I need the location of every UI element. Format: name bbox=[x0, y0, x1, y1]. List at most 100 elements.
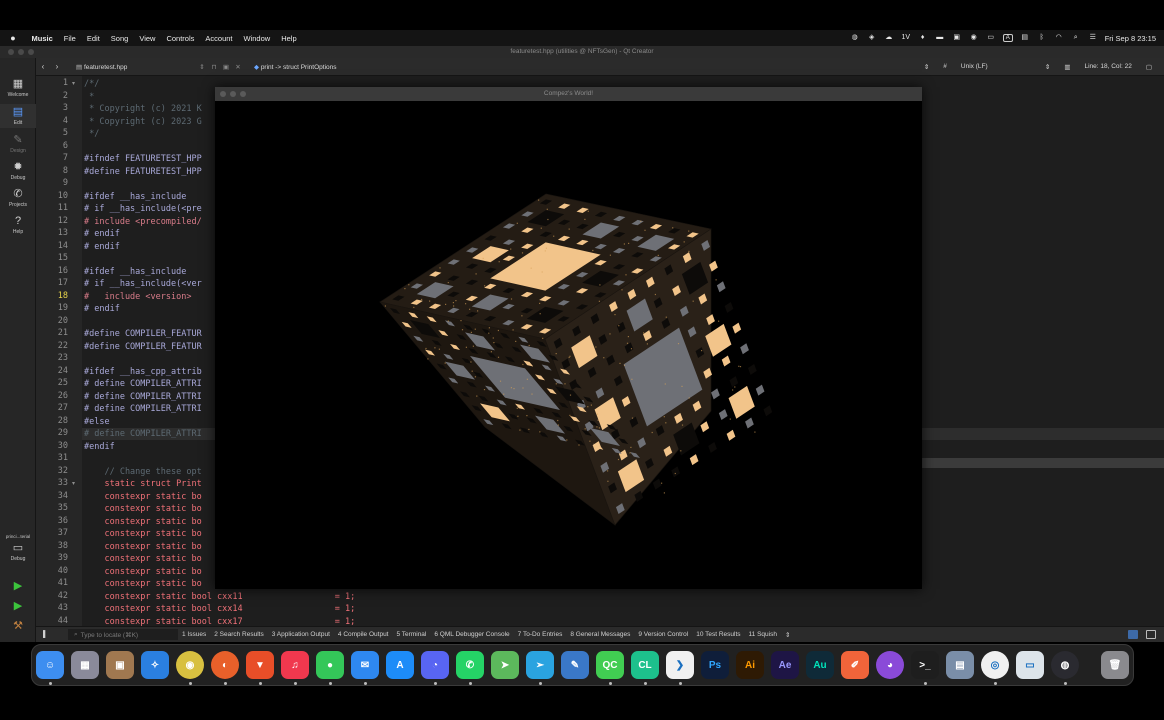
menger-sponge-render[interactable] bbox=[215, 101, 922, 589]
gl-zoom-button[interactable] bbox=[240, 91, 246, 97]
control-center-icon[interactable]: ☰ bbox=[1088, 34, 1098, 42]
mode-debug[interactable]: ✹ Debug bbox=[0, 161, 36, 181]
droplet-icon[interactable]: ♦ bbox=[918, 34, 928, 42]
vscode-icon[interactable]: ❯ bbox=[666, 651, 694, 679]
symbol-dropdown-icon[interactable]: ⇕ bbox=[924, 63, 929, 71]
back-button[interactable]: ‹ bbox=[36, 62, 50, 71]
brave-icon[interactable]: ▼ bbox=[246, 651, 274, 679]
pane-todo-entries[interactable]: 7 To-Do Entries bbox=[514, 631, 567, 638]
instruments-icon[interactable]: ✎ bbox=[561, 651, 589, 679]
pane-test-results[interactable]: 10 Test Results bbox=[692, 631, 744, 638]
telegram-icon[interactable]: ➢ bbox=[526, 651, 554, 679]
vpn-icon[interactable]: ◎ bbox=[981, 651, 1009, 679]
close-document-button[interactable]: ✕ bbox=[232, 63, 244, 71]
apple-icon[interactable]: ● bbox=[0, 33, 26, 43]
photoshop-icon[interactable]: Ps bbox=[701, 651, 729, 679]
cloud-icon[interactable]: ☁ bbox=[884, 34, 894, 42]
clion-icon[interactable]: CL bbox=[631, 651, 659, 679]
preview-icon[interactable]: ▤ bbox=[946, 651, 974, 679]
mode-welcome[interactable]: ▦ Welcome bbox=[0, 78, 36, 98]
build-button[interactable]: ⚒ bbox=[0, 620, 36, 634]
gl-minimize-button[interactable] bbox=[230, 91, 236, 97]
finder-icon[interactable]: ☺ bbox=[36, 651, 64, 679]
wifi-icon[interactable]: ◠ bbox=[1054, 34, 1064, 42]
status-text[interactable]: 1V bbox=[901, 34, 911, 42]
hash-indicator[interactable]: # bbox=[943, 63, 947, 70]
pane-compile-output[interactable]: 4 Compile Output bbox=[334, 631, 393, 638]
maps-icon[interactable]: ➤ bbox=[491, 651, 519, 679]
fold-marker-icon[interactable]: ▾ bbox=[72, 480, 75, 487]
discord-icon[interactable]: ◔ bbox=[421, 651, 449, 679]
battery-icon[interactable]: ▭ bbox=[986, 34, 996, 42]
pane-squish[interactable]: 11 Squish bbox=[745, 631, 781, 638]
debug-run-button[interactable]: ▶ bbox=[0, 600, 36, 614]
kit-selector[interactable]: princi...terial ▭ Debug bbox=[0, 534, 36, 562]
sidebar-toggle-icon[interactable]: ▐ bbox=[36, 631, 50, 638]
menu-account[interactable]: Account bbox=[200, 34, 238, 43]
cursor-position[interactable]: Line: 18, Col: 22 bbox=[1085, 63, 1132, 70]
input-source-badge[interactable]: A bbox=[1002, 34, 1013, 42]
pane-issues[interactable]: 1 Issues bbox=[178, 631, 210, 638]
display-icon[interactable]: ▬ bbox=[935, 34, 945, 42]
mode-projects[interactable]: ✆ Projects bbox=[0, 188, 36, 208]
progress-details-icon[interactable] bbox=[1128, 630, 1138, 639]
file-combobox[interactable]: ▤ featuretest.hpp bbox=[76, 63, 196, 71]
zoom-window-button[interactable] bbox=[28, 49, 34, 55]
pane-general-messages[interactable]: 8 General Messages bbox=[566, 631, 634, 638]
bluetooth-icon[interactable]: ᛒ bbox=[1037, 34, 1047, 42]
spotlight-icon[interactable]: ⌕ bbox=[1071, 34, 1081, 42]
pane-version-control[interactable]: 9 Version Control bbox=[634, 631, 692, 638]
line-endings[interactable]: Unix (LF) bbox=[961, 63, 1031, 70]
terminal-icon[interactable]: >_ bbox=[911, 651, 939, 679]
illustrator-icon[interactable]: Ai bbox=[736, 651, 764, 679]
mail-icon[interactable]: ✉ bbox=[351, 651, 379, 679]
music-icon[interactable]: ♫ bbox=[281, 651, 309, 679]
trash-icon[interactable]: 🗑 bbox=[1101, 651, 1129, 679]
clock[interactable]: Fri Sep 8 23:15 bbox=[1105, 34, 1156, 43]
firefox-icon[interactable]: ◐ bbox=[211, 651, 239, 679]
more-panes-icon[interactable]: ⇕ bbox=[781, 631, 794, 639]
mode-edit[interactable]: ▤ Edit bbox=[0, 104, 36, 128]
audition-icon[interactable]: Au bbox=[806, 651, 834, 679]
menu-file[interactable]: File bbox=[58, 34, 81, 43]
gl-close-button[interactable] bbox=[220, 91, 226, 97]
pane-application-output[interactable]: 3 Application Output bbox=[268, 631, 334, 638]
right-sidebar-toggle-icon[interactable] bbox=[1146, 630, 1156, 639]
run-button[interactable]: ▶ bbox=[0, 580, 36, 594]
mode-design[interactable]: ✎ Design bbox=[0, 134, 36, 154]
chrome-icon[interactable]: ◉ bbox=[176, 651, 204, 679]
split-icon[interactable]: ▣ bbox=[220, 63, 232, 71]
launchpad-icon[interactable]: ▦ bbox=[71, 651, 99, 679]
pane-qml-debugger-console[interactable]: 6 QML Debugger Console bbox=[430, 631, 513, 638]
line-endings-dropdown-icon[interactable]: ⇕ bbox=[1045, 63, 1050, 71]
symbol-combobox[interactable]: ◆ print -> struct PrintOptions bbox=[254, 63, 337, 71]
safari-icon[interactable]: ✧ bbox=[141, 651, 169, 679]
obs-icon[interactable]: ◍ bbox=[1051, 651, 1079, 679]
chip-icon[interactable]: ▣ bbox=[952, 34, 962, 42]
dropdown-icon[interactable]: ⇕ bbox=[196, 63, 208, 71]
spotify-status-icon[interactable]: ◍ bbox=[850, 34, 860, 42]
minimize-window-button[interactable] bbox=[18, 49, 24, 55]
split-view-icon[interactable]: ▥ bbox=[1064, 63, 1070, 71]
archive-icon[interactable]: ▣ bbox=[106, 651, 134, 679]
shield-status-icon[interactable]: ◈ bbox=[867, 34, 877, 42]
pencil-app-icon[interactable]: ✐ bbox=[841, 651, 869, 679]
fold-marker-icon[interactable]: ▾ bbox=[72, 80, 75, 87]
pane-search-results[interactable]: 2 Search Results bbox=[210, 631, 268, 638]
appstore-icon[interactable]: A bbox=[386, 651, 414, 679]
locator-input[interactable]: ⌕ Type to locate (⌘K) bbox=[68, 629, 178, 640]
mode-help[interactable]: ? Help bbox=[0, 215, 36, 235]
expand-icon[interactable]: ▢ bbox=[1146, 63, 1152, 71]
menu-controls[interactable]: Controls bbox=[161, 34, 200, 43]
record-icon[interactable]: ◉ bbox=[969, 34, 979, 42]
github-icon[interactable]: ◕ bbox=[876, 651, 904, 679]
qtcreator-icon[interactable]: QC bbox=[596, 651, 624, 679]
pane-terminal[interactable]: 5 Terminal bbox=[393, 631, 431, 638]
forward-button[interactable]: › bbox=[50, 62, 64, 71]
menu-help[interactable]: Help bbox=[276, 34, 302, 43]
aftereffects-icon[interactable]: Ae bbox=[771, 651, 799, 679]
menu-song[interactable]: Song bbox=[105, 34, 134, 43]
menu-bar-icon[interactable]: ▤ bbox=[1020, 34, 1030, 42]
menu-app[interactable]: Music bbox=[26, 34, 58, 43]
whatsapp-icon[interactable]: ✆ bbox=[456, 651, 484, 679]
